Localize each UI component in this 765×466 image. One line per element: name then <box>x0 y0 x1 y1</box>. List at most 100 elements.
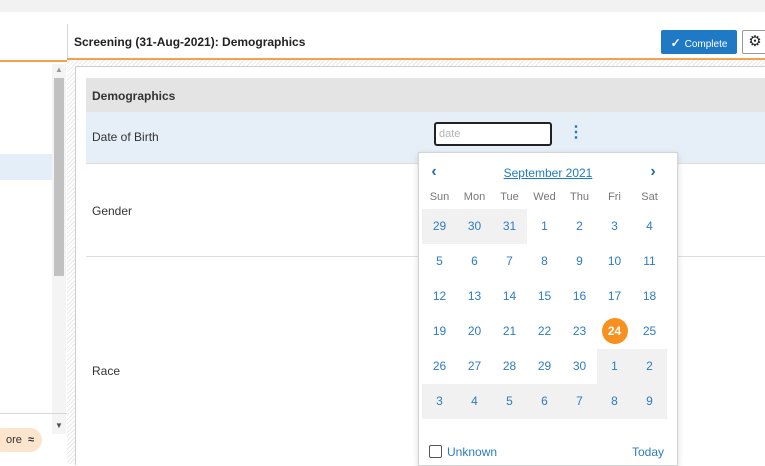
settings-button[interactable]: ⚙ <box>742 30 765 54</box>
calendar-day[interactable]: 3 <box>597 209 632 244</box>
calendar-day-number: 29 <box>537 359 552 373</box>
calendar-day[interactable]: 20 <box>457 314 492 349</box>
calendar-day[interactable]: 22 <box>527 314 562 349</box>
date-picker-footer: Unknown Today <box>419 440 677 464</box>
unknown-label[interactable]: Unknown <box>447 445 497 459</box>
gender-label: Gender <box>92 204 133 218</box>
today-link[interactable]: Today <box>632 445 664 459</box>
calendar-day-number: 11 <box>643 254 656 268</box>
calendar-day[interactable]: 4 <box>632 209 667 244</box>
unknown-checkbox[interactable] <box>429 445 442 458</box>
calendar-day[interactable]: 18 <box>632 279 667 314</box>
calendar-day[interactable]: 13 <box>457 279 492 314</box>
calendar-day-number: 17 <box>607 289 622 303</box>
calendar-day-number: 13 <box>467 289 482 303</box>
weekday-header: Sat <box>641 191 658 203</box>
calendar-day[interactable]: 1 <box>527 209 562 244</box>
sidebar-selected-item[interactable] <box>0 154 52 180</box>
calendar-day-number: 14 <box>502 289 517 303</box>
calendar-day-number: 21 <box>502 324 517 338</box>
calendar-day[interactable]: 26 <box>422 349 457 384</box>
calendar-day[interactable]: 29 <box>422 209 457 244</box>
calendar-day-number: 7 <box>576 394 583 408</box>
calendar-day[interactable]: 8 <box>597 384 632 419</box>
calendar-day[interactable]: 4 <box>457 384 492 419</box>
top-bar <box>0 0 765 12</box>
calendar-day-number: 26 <box>432 359 447 373</box>
calendar-day-number: 7 <box>506 254 513 268</box>
more-label: ore <box>5 434 22 446</box>
calendar-day[interactable]: 30 <box>457 209 492 244</box>
calendar-day[interactable]: 27 <box>457 349 492 384</box>
calendar-day[interactable]: 5 <box>422 244 457 279</box>
calendar-day-number: 16 <box>572 289 587 303</box>
calendar-day-number: 18 <box>642 289 657 303</box>
next-month-icon[interactable]: › <box>643 163 663 181</box>
calendar-day-number: 27 <box>467 359 482 373</box>
calendar-day[interactable]: 7 <box>492 244 527 279</box>
calendar-day[interactable]: 28 <box>492 349 527 384</box>
calendar-day-number: 31 <box>502 219 517 233</box>
complete-button[interactable]: ✓ Complete <box>661 30 737 54</box>
calendar-day[interactable]: 2 <box>562 209 597 244</box>
calendar-day[interactable]: 14 <box>492 279 527 314</box>
calendar-day-number: 22 <box>537 324 552 338</box>
calendar-day-number: 4 <box>471 394 478 408</box>
calendar-day-number: 12 <box>432 289 447 303</box>
scroll-thumb[interactable] <box>54 78 64 276</box>
weekday-header: Fri <box>608 191 621 203</box>
calendar-day[interactable]: 9 <box>562 244 597 279</box>
calendar-day[interactable]: 19 <box>422 314 457 349</box>
sidebar: ▲ ▼ ore ≈ <box>0 24 68 464</box>
calendar-day[interactable]: 17 <box>597 279 632 314</box>
calendar-day[interactable]: 2 <box>632 349 667 384</box>
calendar-day-number: 6 <box>471 254 478 268</box>
calendar-day[interactable]: 23 <box>562 314 597 349</box>
calendar-day[interactable]: 11 <box>632 244 667 279</box>
sidebar-scrollbar[interactable]: ▲ ▼ <box>52 64 66 434</box>
calendar-day-number: 6 <box>541 394 548 408</box>
calendar-day-number: 29 <box>432 219 447 233</box>
sidebar-accent-line <box>0 60 67 62</box>
calendar-day-number: 25 <box>642 324 657 338</box>
calendar-day[interactable]: 29 <box>527 349 562 384</box>
calendar-day[interactable]: 3 <box>422 384 457 419</box>
field-menu-icon[interactable]: ⋮ <box>568 125 584 141</box>
section-header: Demographics <box>86 78 765 112</box>
calendar-day-number: 15 <box>537 289 552 303</box>
calendar-day-number: 28 <box>502 359 517 373</box>
calendar-day-selected[interactable]: 24 <box>597 314 632 349</box>
calendar-day[interactable]: 15 <box>527 279 562 314</box>
show-more-button[interactable]: ore ≈ <box>0 428 42 452</box>
calendar-day[interactable]: 16 <box>562 279 597 314</box>
calendar-day-number: 9 <box>576 254 583 268</box>
calendar-day[interactable]: 5 <box>492 384 527 419</box>
calendar-day[interactable]: 7 <box>562 384 597 419</box>
calendar-day[interactable]: 25 <box>632 314 667 349</box>
calendar-day-number: 1 <box>541 219 548 233</box>
calendar-day-number: 9 <box>646 394 653 408</box>
calendar-day-number: 2 <box>646 359 653 373</box>
month-year-title[interactable]: September 2021 <box>419 166 677 180</box>
gear-icon: ⚙ <box>748 33 762 50</box>
calendar-day[interactable]: 30 <box>562 349 597 384</box>
double-chevron-up-icon: ≈ <box>27 434 34 446</box>
calendar-day[interactable]: 8 <box>527 244 562 279</box>
calendar-day-number: 23 <box>572 324 587 338</box>
calendar-day[interactable]: 9 <box>632 384 667 419</box>
scroll-down-icon[interactable]: ▼ <box>52 420 66 432</box>
calendar-day-number: 3 <box>436 394 443 408</box>
calendar-day-number: 24 <box>601 318 628 344</box>
calendar-day[interactable]: 1 <box>597 349 632 384</box>
calendar-day[interactable]: 6 <box>457 244 492 279</box>
calendar-day[interactable]: 10 <box>597 244 632 279</box>
calendar-day[interactable]: 21 <box>492 314 527 349</box>
calendar-day[interactable]: 6 <box>527 384 562 419</box>
calendar-day-number: 30 <box>572 359 587 373</box>
dob-input[interactable] <box>434 122 552 146</box>
page-title: Screening (31-Aug-2021): Demographics <box>74 35 306 49</box>
calendar-day[interactable]: 12 <box>422 279 457 314</box>
scroll-up-icon[interactable]: ▲ <box>52 64 66 76</box>
date-picker-popup: ‹ September 2021 › Sun Mon Tue Wed Thu Fri Sat… <box>418 152 678 466</box>
calendar-day[interactable]: 31 <box>492 209 527 244</box>
